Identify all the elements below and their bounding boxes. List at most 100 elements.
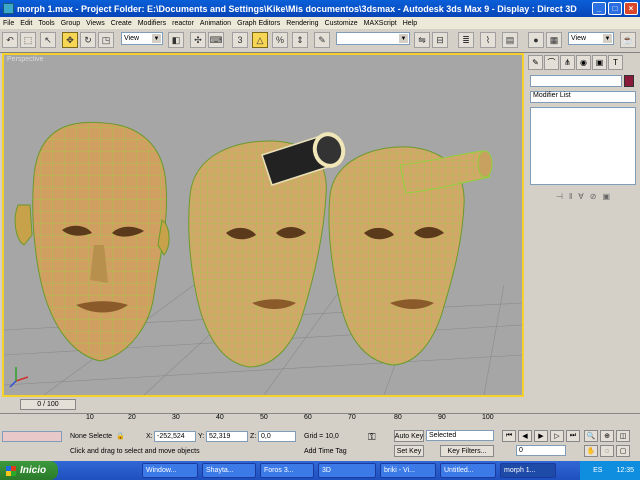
menu-help[interactable]: Help [403, 20, 417, 27]
snap-icon[interactable]: 3 [232, 32, 248, 48]
task-morph[interactable]: morph 1... [500, 463, 556, 478]
key-icon[interactable]: ⚿ [368, 432, 376, 443]
pivot-icon[interactable]: ◧ [168, 32, 184, 48]
hierarchy-tab-icon[interactable]: ⋔ [560, 55, 575, 70]
task-shayta[interactable]: Shayta... [202, 463, 256, 478]
previous-frame-icon[interactable]: ◀ [518, 430, 532, 442]
menu-reactor[interactable]: reactor [172, 20, 194, 27]
mirror-icon[interactable]: ⇋ [414, 32, 430, 48]
viewport-label[interactable]: Perspective [7, 56, 44, 63]
render-view-dropdown[interactable]: View ▼ [568, 32, 614, 45]
remove-modifier-icon[interactable]: ⊘ [590, 192, 597, 201]
track-bar[interactable]: 10 20 30 40 50 60 70 80 90 100 [0, 413, 640, 427]
menu-graph-editors[interactable]: Graph Editors [237, 20, 280, 27]
menu-modifiers[interactable]: Modifiers [138, 20, 166, 27]
lock-selection-icon[interactable]: 🔒 [116, 432, 125, 440]
key-mode-dropdown[interactable]: Selected [426, 430, 494, 441]
material-editor-icon[interactable]: ● [528, 32, 544, 48]
orbit-icon[interactable]: ◌ [600, 445, 614, 457]
menu-animation[interactable]: Animation [200, 20, 231, 27]
named-selection-dropdown[interactable]: ▼ [336, 32, 410, 45]
curve-editor-icon[interactable]: ⌇ [480, 32, 496, 48]
modifier-stack[interactable] [530, 107, 636, 185]
manipulate-icon[interactable]: ✣ [190, 32, 206, 48]
close-button[interactable]: × [624, 2, 638, 15]
menu-views[interactable]: Views [86, 20, 105, 27]
menu-create[interactable]: Create [111, 20, 132, 27]
select-object-icon[interactable]: ↖ [40, 32, 56, 48]
z-label: Z: [250, 433, 257, 440]
object-color-swatch[interactable] [624, 75, 634, 87]
language-indicator[interactable]: ES [593, 467, 602, 474]
object-name-field[interactable] [530, 75, 622, 87]
head-model-right[interactable] [328, 146, 493, 366]
add-time-tag[interactable]: Add Time Tag [304, 448, 347, 455]
align-icon[interactable]: ⊟ [432, 32, 448, 48]
time-slider[interactable]: 0 / 100 [20, 399, 76, 410]
undo-icon[interactable]: ↶ [2, 32, 18, 48]
task-3d[interactable]: 3D [318, 463, 376, 478]
render-setup-icon[interactable]: ▦ [546, 32, 562, 48]
auto-key-button[interactable]: Auto Key [394, 430, 424, 442]
pin-stack-icon[interactable]: ⊣ [556, 192, 563, 201]
task-briki[interactable]: briki - Vi... [380, 463, 436, 478]
z-coordinate-field[interactable]: 0,0 [258, 431, 296, 442]
menu-bar: File Edit Tools Group Views Create Modif… [0, 17, 640, 29]
maxscript-listener-field[interactable] [2, 431, 62, 442]
next-frame-icon[interactable]: ▷ [550, 430, 564, 442]
menu-edit[interactable]: Edit [20, 20, 32, 27]
start-button[interactable]: Inicio [0, 461, 58, 480]
maximize-button[interactable]: □ [608, 2, 622, 15]
configure-sets-icon[interactable]: ▣ [602, 192, 610, 201]
menu-customize[interactable]: Customize [325, 20, 358, 27]
select-region-icon[interactable]: ⬚ [20, 32, 36, 48]
rotate-tool-icon[interactable]: ↻ [80, 32, 96, 48]
zoom-icon[interactable]: 🔍 [584, 430, 598, 442]
ref-coord-dropdown[interactable]: View ▼ [121, 32, 163, 45]
create-tab-icon[interactable]: ✎ [528, 55, 543, 70]
zoom-all-icon[interactable]: ⊕ [600, 430, 614, 442]
spinner-snap-icon[interactable]: ⇕ [292, 32, 308, 48]
pan-icon[interactable]: ✋ [584, 445, 598, 457]
motion-tab-icon[interactable]: ◉ [576, 55, 591, 70]
key-filters-button[interactable]: Key Filters... [440, 445, 494, 457]
modifier-list-dropdown[interactable]: Modifier List [530, 91, 636, 103]
percent-snap-icon[interactable]: % [272, 32, 288, 48]
task-foros[interactable]: Foros 3... [260, 463, 314, 478]
menu-tools[interactable]: Tools [38, 20, 54, 27]
head-model-middle[interactable] [188, 130, 348, 368]
maximize-viewport-icon[interactable]: ▢ [616, 445, 630, 457]
make-unique-icon[interactable]: ∀ [578, 192, 583, 201]
scale-tool-icon[interactable]: ◳ [98, 32, 114, 48]
current-frame-field[interactable]: 0 [516, 445, 566, 456]
move-tool-icon[interactable]: ✥ [62, 32, 78, 48]
head-model-lowpoly[interactable] [14, 121, 170, 362]
menu-file[interactable]: File [3, 20, 14, 27]
menu-maxscript[interactable]: MAXScript [364, 20, 397, 27]
quick-render-icon[interactable]: ☕ [620, 32, 636, 48]
main-toolbar: ↶ ⬚ ↖ ✥ ↻ ◳ View ▼ ◧ ✣ ⌨ 3 △ % ⇕ ✎ ▼ ⇋ ⊟… [0, 29, 640, 53]
angle-snap-icon[interactable]: △ [252, 32, 268, 48]
minimize-button[interactable]: _ [592, 2, 606, 15]
x-coordinate-field[interactable]: -252,524 [154, 431, 196, 442]
set-key-button[interactable]: Set Key [394, 445, 424, 457]
keyboard-shortcut-icon[interactable]: ⌨ [208, 32, 224, 48]
modify-tab-icon[interactable]: ⌒ [544, 55, 559, 70]
go-to-start-icon[interactable]: ⏮ [502, 430, 516, 442]
zoom-extents-icon[interactable]: ◫ [616, 430, 630, 442]
windows-taskbar: Inicio Window... Shayta... Foros 3... 3D… [0, 461, 640, 480]
menu-group[interactable]: Group [61, 20, 80, 27]
go-to-end-icon[interactable]: ⏭ [566, 430, 580, 442]
utilities-tab-icon[interactable]: T [608, 55, 623, 70]
schematic-view-icon[interactable]: ▤ [502, 32, 518, 48]
task-window[interactable]: Window... [142, 463, 198, 478]
play-icon[interactable]: ▶ [534, 430, 548, 442]
menu-rendering[interactable]: Rendering [286, 20, 318, 27]
display-tab-icon[interactable]: ▣ [592, 55, 607, 70]
task-untitled[interactable]: Untitled... [440, 463, 496, 478]
layer-manager-icon[interactable]: ≣ [458, 32, 474, 48]
edit-named-selection-icon[interactable]: ✎ [314, 32, 330, 48]
perspective-viewport[interactable]: Perspective [2, 53, 524, 397]
y-coordinate-field[interactable]: 52,319 [206, 431, 248, 442]
show-end-result-icon[interactable]: ‖ [569, 192, 572, 201]
